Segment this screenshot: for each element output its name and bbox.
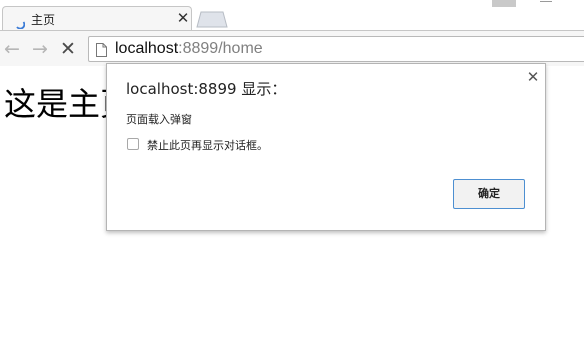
- checkbox-label[interactable]: 禁止此页再显示对话框。: [147, 137, 268, 153]
- address-bar[interactable]: localhost:8899/home: [88, 36, 584, 62]
- close-icon[interactable]: ✕: [175, 9, 191, 27]
- tab-title: 主页: [31, 13, 56, 27]
- window-control[interactable]: [492, 0, 516, 7]
- dialog-message: 页面载入弹窗: [126, 113, 192, 126]
- minimize-icon[interactable]: [540, 1, 552, 2]
- dialog-title: localhost:8899 显示：: [126, 80, 287, 98]
- suppress-dialogs-checkbox[interactable]: [127, 138, 139, 150]
- tab-home[interactable]: 主页 ✕: [2, 6, 192, 30]
- new-tab-button[interactable]: [196, 11, 228, 28]
- browser-toolbar: ← → ✕ localhost:8899/home: [0, 30, 584, 66]
- ok-button[interactable]: 确定: [453, 179, 525, 209]
- back-arrow-icon[interactable]: ←: [2, 39, 22, 59]
- forward-arrow-icon[interactable]: →: [30, 39, 50, 59]
- page-icon: [96, 42, 107, 57]
- spinner-icon: [15, 14, 26, 30]
- alert-dialog: localhost:8899 显示： ✕ 页面载入弹窗 禁止此页再显示对话框。 …: [106, 63, 546, 231]
- url-path: :8899/home: [178, 40, 263, 57]
- url-host: localhost: [115, 40, 179, 57]
- close-icon[interactable]: ✕: [525, 69, 541, 85]
- stop-icon[interactable]: ✕: [58, 39, 78, 59]
- tab-strip: 主页 ✕: [0, 0, 584, 30]
- url-text: localhost:8899/home: [115, 40, 263, 58]
